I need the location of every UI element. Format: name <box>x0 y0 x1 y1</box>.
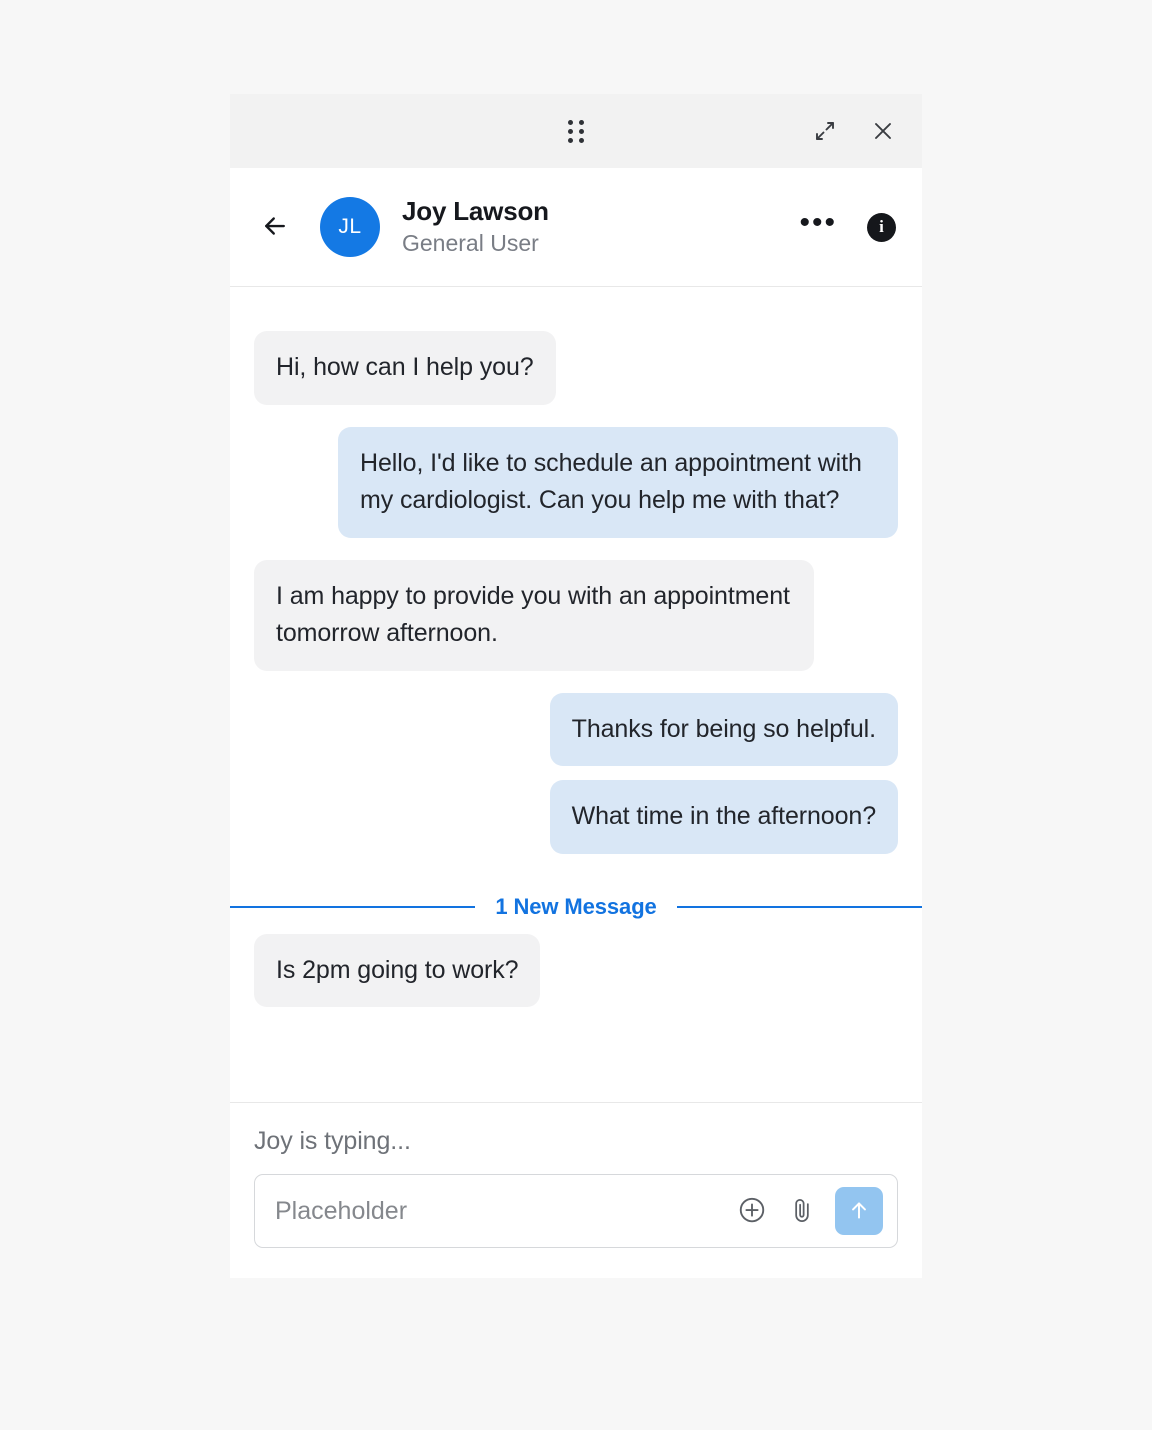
paperclip-icon <box>788 1196 816 1227</box>
avatar[interactable]: JL <box>320 197 380 257</box>
conversation-header: JL Joy Lawson General User ••• i <box>230 168 922 287</box>
message-row: What time in the afternoon? <box>254 780 898 854</box>
contact-identity: Joy Lawson General User <box>402 196 795 258</box>
drag-dot <box>568 128 573 134</box>
close-icon <box>871 119 895 143</box>
message-bubble[interactable]: I am happy to provide you with an appoin… <box>254 559 814 671</box>
message-row: I am happy to provide you with an appoin… <box>254 559 898 671</box>
send-arrow-up-icon <box>846 1197 872 1226</box>
contact-name: Joy Lawson <box>402 196 549 227</box>
more-options-button[interactable]: ••• <box>795 208 841 244</box>
add-attachment-button[interactable] <box>735 1194 769 1228</box>
message-input[interactable] <box>275 1196 723 1226</box>
new-message-divider: 1 New Message <box>230 894 922 920</box>
window-controls <box>808 114 900 148</box>
drag-handle-icon[interactable] <box>568 119 584 143</box>
message-row: Hi, how can I help you? <box>254 331 898 405</box>
message-bubble[interactable]: Is 2pm going to work? <box>254 933 541 1007</box>
drag-dot <box>568 119 573 125</box>
message-bubble[interactable]: Thanks for being so helpful. <box>549 692 898 766</box>
message-list[interactable]: Hi, how can I help you? Hello, I'd like … <box>230 287 922 1102</box>
composer-actions <box>735 1187 883 1235</box>
chat-window: JL Joy Lawson General User ••• i Hi, how… <box>230 94 922 1278</box>
screen: JL Joy Lawson General User ••• i Hi, how… <box>0 0 1152 1430</box>
header-actions: ••• i <box>795 208 896 244</box>
expand-button[interactable] <box>808 114 842 148</box>
window-title-bar <box>230 94 922 168</box>
back-arrow-icon <box>260 211 290 244</box>
divider-line-left <box>230 905 476 908</box>
message-row: Hello, I'd like to schedule an appointme… <box>254 426 898 538</box>
info-button[interactable]: i <box>867 212 896 242</box>
expand-icon <box>813 119 837 143</box>
drag-dot <box>579 137 584 143</box>
contact-role: General User <box>402 230 539 257</box>
drag-dot <box>579 119 584 125</box>
composer: Joy is typing... <box>230 1102 922 1278</box>
drag-dot <box>568 137 573 143</box>
message-row: Thanks for being so helpful. <box>254 692 898 766</box>
message-bubble[interactable]: Hello, I'd like to schedule an appointme… <box>338 426 898 538</box>
plus-circle-icon <box>737 1195 767 1228</box>
message-bubble[interactable]: Hi, how can I help you? <box>254 331 556 405</box>
typing-indicator: Joy is typing... <box>254 1127 411 1155</box>
message-bubble[interactable]: What time in the afternoon? <box>549 780 898 854</box>
back-button[interactable] <box>252 204 298 250</box>
attach-file-button[interactable] <box>785 1194 819 1228</box>
close-button[interactable] <box>866 114 900 148</box>
message-row: Is 2pm going to work? <box>254 933 898 1007</box>
message-input-shell[interactable] <box>254 1174 898 1248</box>
send-button[interactable] <box>835 1187 883 1235</box>
new-message-count-label: 1 New Message <box>495 893 657 919</box>
divider-line-right <box>676 905 922 908</box>
drag-dot <box>579 128 584 134</box>
